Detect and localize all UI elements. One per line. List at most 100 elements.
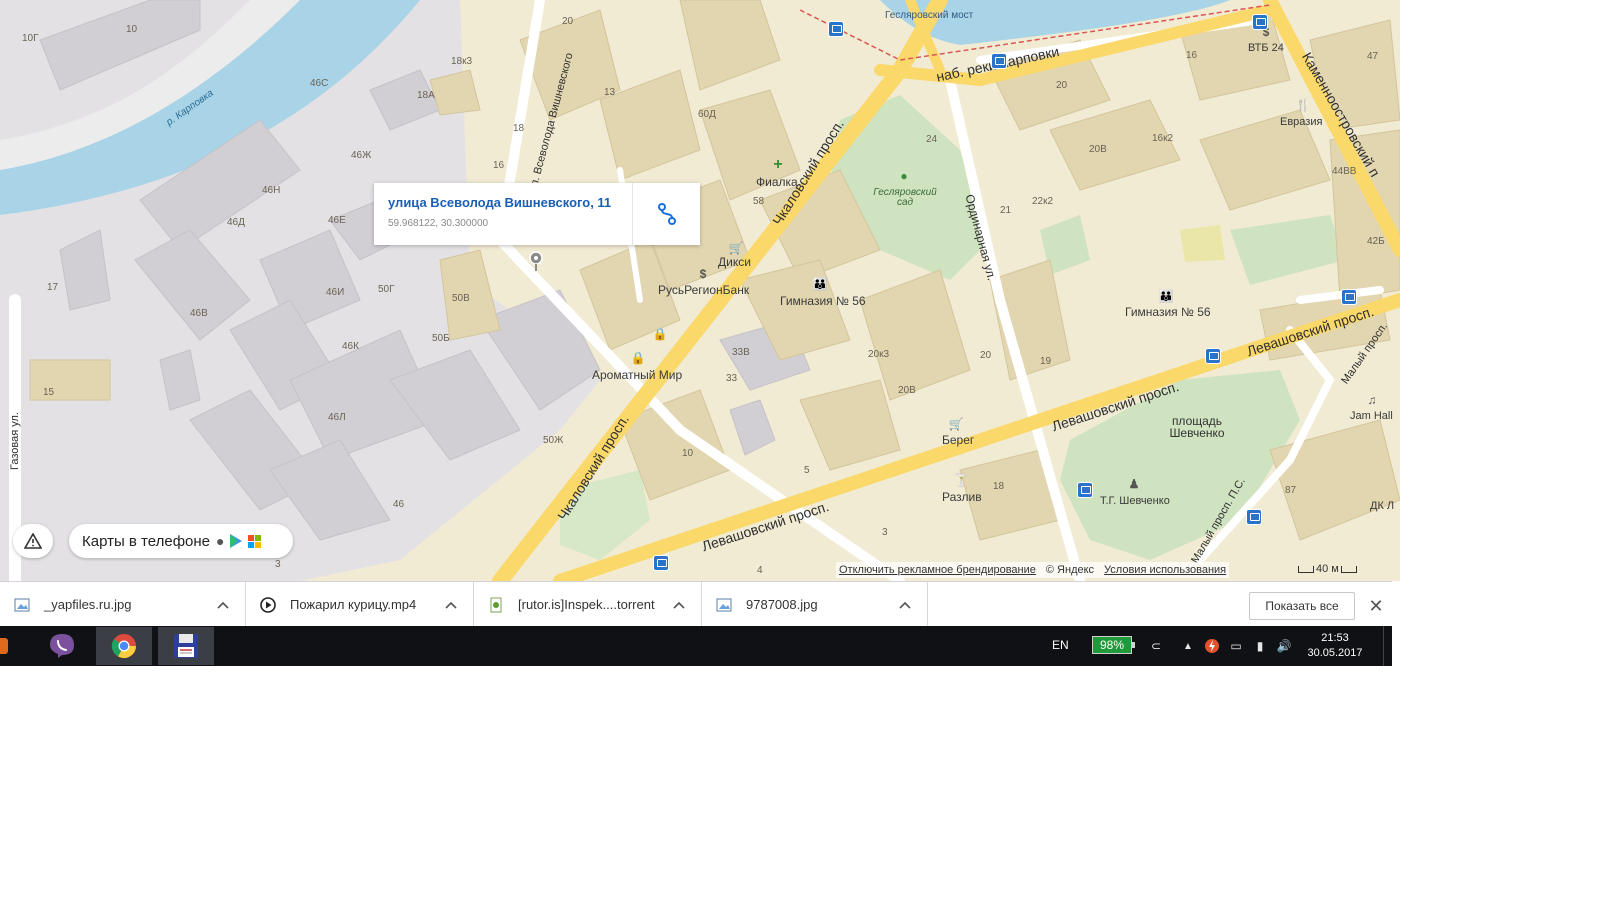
shop-cart-icon[interactable]: 🛒: [728, 240, 744, 256]
map-copyright: Отключить рекламное брендирование © Янде…: [836, 562, 1230, 578]
poi-diksi[interactable]: Дикси: [718, 256, 751, 268]
house-number: 87: [1285, 485, 1297, 496]
download-item[interactable]: 9787008.jpg: [702, 582, 928, 627]
windows-icon: [248, 534, 262, 548]
route-button[interactable]: [632, 183, 701, 245]
popup-address[interactable]: улица Всеволода Вишневского, 11: [388, 195, 611, 210]
taskbar-app-viber[interactable]: [34, 627, 90, 665]
house-number: 22к2: [1032, 196, 1054, 207]
map-view[interactable]: наб. реки Карповки Чкаловский просп. Чка…: [0, 0, 1400, 581]
poi-bereg[interactable]: Берег: [942, 434, 974, 446]
house-number: 3: [882, 527, 888, 538]
floppy-disk-icon: [174, 634, 198, 658]
house-number: 5: [804, 465, 810, 476]
poi-gymnasium-56-2[interactable]: Гимназия № 56: [1125, 306, 1211, 318]
chevron-up-icon[interactable]: ▲: [1180, 638, 1196, 654]
school-icon[interactable]: 👪: [1158, 288, 1174, 304]
bus-stop-icon[interactable]: [1246, 509, 1262, 525]
shop-cart-icon[interactable]: 🛒: [948, 416, 964, 432]
street-label-gazovaya: Газовая ул.: [9, 412, 21, 470]
download-filename: [rutor.is]Inspek....torrent: [518, 597, 655, 612]
clock-date: 30.05.2017: [1307, 647, 1363, 659]
poi-vtb24[interactable]: ВТБ 24: [1248, 43, 1284, 54]
house-number: 16: [1186, 50, 1198, 61]
music-icon[interactable]: ♫: [1364, 392, 1380, 408]
battery-indicator[interactable]: 98%: [1092, 636, 1135, 654]
power-plug-icon[interactable]: ⊂: [1148, 638, 1164, 654]
map-scale: 40 м: [1298, 563, 1357, 575]
battery-tray-icon[interactable]: ▮: [1252, 638, 1268, 654]
water-label-bridge: Гесляровский мост: [885, 10, 974, 21]
monument-icon[interactable]: ♟: [1126, 476, 1142, 492]
maps-in-phone-button[interactable]: Карты в телефоне ●: [69, 524, 293, 558]
pharmacy-icon[interactable]: +: [770, 156, 786, 173]
house-number: 46Д: [227, 217, 245, 228]
download-item[interactable]: [rutor.is]Inspek....torrent: [474, 582, 702, 627]
school-icon[interactable]: 👪: [812, 276, 828, 292]
poi-shevchenko-monument[interactable]: Т.Г. Шевченко: [1100, 496, 1170, 507]
show-desktop-button[interactable]: [1383, 626, 1393, 666]
house-number: 20: [1056, 80, 1068, 91]
download-filename: _yapfiles.ru.jpg: [44, 597, 132, 612]
terms-link[interactable]: Условия использования: [1104, 564, 1226, 576]
bus-stop-icon[interactable]: [1205, 348, 1221, 364]
bar-icon[interactable]: 🍸: [953, 472, 969, 488]
download-item[interactable]: Пожарил курицу.mp4: [246, 582, 474, 627]
poi-rusregionbank[interactable]: РусьРегионБанк: [658, 284, 749, 296]
close-icon[interactable]: ✕: [1364, 594, 1388, 618]
disable-branding-link[interactable]: Отключить рекламное брендирование: [839, 564, 1036, 576]
download-filename: Пожарил курицу.mp4: [290, 597, 417, 612]
poi-dk[interactable]: ДК Л: [1370, 501, 1394, 512]
location-pin-icon[interactable]: [528, 251, 544, 271]
poi-evrazia[interactable]: Евразия: [1280, 117, 1322, 128]
windows-taskbar: EN 98% ⊂ ▲ ▭ ▮ 🔊 21:53 30.05.2017: [0, 626, 1392, 666]
house-number: 10: [682, 448, 694, 459]
house-number: 46В: [190, 308, 208, 319]
language-indicator[interactable]: EN: [1052, 638, 1069, 652]
show-all-downloads-button[interactable]: Показать все: [1249, 592, 1355, 620]
chevron-up-icon[interactable]: [893, 593, 917, 617]
bank-icon[interactable]: $: [695, 266, 711, 282]
bus-stop-icon[interactable]: [1252, 14, 1268, 30]
bus-stop-icon[interactable]: [991, 53, 1007, 69]
taskbar-app-chrome[interactable]: [96, 627, 152, 665]
park-label-shevchenko: площадь Шевченко: [1169, 414, 1225, 440]
house-number: 3: [275, 559, 281, 570]
poi-gymnasium-56-1[interactable]: Гимназия № 56: [780, 295, 866, 307]
poi-aromatny-mir[interactable]: Ароматный Мир: [592, 369, 682, 381]
start-button-partial[interactable]: [0, 638, 8, 654]
poi-fialka[interactable]: Фиалка: [756, 176, 798, 188]
poi-razliv[interactable]: Разлив: [942, 491, 982, 503]
shop-bag-icon[interactable]: 🔒: [630, 350, 646, 366]
shop-bag-icon[interactable]: 🔒: [652, 326, 668, 342]
house-number: 20к3: [868, 349, 890, 360]
scale-label: 40 м: [1316, 563, 1339, 575]
chrome-icon: [111, 634, 136, 659]
report-error-button[interactable]: [13, 524, 53, 558]
chevron-up-icon[interactable]: [667, 593, 691, 617]
bus-stop-icon[interactable]: [653, 555, 669, 571]
torrent-file-icon: [490, 597, 502, 612]
download-item[interactable]: _yapfiles.ru.jpg: [0, 582, 246, 627]
house-number: 46С: [310, 78, 329, 89]
restaurant-icon[interactable]: 🍴: [1295, 97, 1311, 113]
network-icon[interactable]: ▭: [1228, 638, 1244, 654]
poi-jam-hall[interactable]: Jam Hall: [1350, 411, 1393, 422]
bus-stop-icon[interactable]: [1341, 289, 1357, 305]
chevron-up-icon[interactable]: [211, 593, 235, 617]
house-number: 10: [126, 24, 138, 35]
chevron-up-icon[interactable]: [439, 593, 463, 617]
house-number: 18А: [417, 90, 435, 101]
bus-stop-icon[interactable]: [828, 21, 844, 37]
flash-icon[interactable]: [1204, 638, 1220, 654]
house-number: 44ВВ: [1332, 166, 1357, 177]
volume-icon[interactable]: 🔊: [1276, 638, 1292, 654]
yandex-copyright: © Яндекс: [1045, 564, 1095, 576]
taskbar-app-save[interactable]: [158, 627, 214, 665]
house-number: 18: [993, 481, 1005, 492]
download-bar: _yapfiles.ru.jpg Пожарил курицу.mp4 [rut…: [0, 581, 1392, 627]
system-clock[interactable]: 21:53 30.05.2017: [1300, 631, 1370, 661]
bus-stop-icon[interactable]: [1077, 482, 1093, 498]
apple-icon: ●: [216, 533, 225, 549]
house-number: 46: [393, 499, 405, 510]
